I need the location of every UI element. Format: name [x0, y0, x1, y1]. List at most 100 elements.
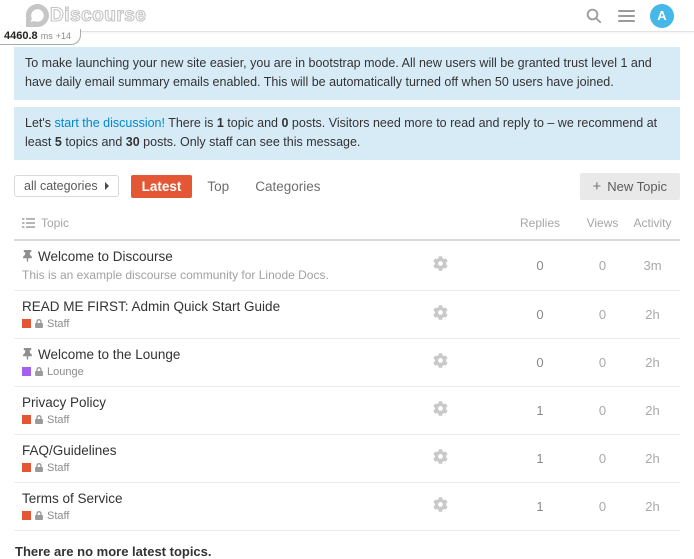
- category-color-square: [22, 463, 31, 472]
- banner2-seg4: topics and: [62, 135, 126, 149]
- replies-count: 1: [500, 403, 580, 418]
- banner2-seg1: There is: [165, 116, 217, 130]
- plus-icon: +: [593, 181, 602, 192]
- hamburger-menu-icon[interactable]: [618, 10, 635, 22]
- table-row[interactable]: Privacy Policy Staff 1 0 2h: [14, 387, 680, 435]
- user-avatar[interactable]: A: [650, 4, 674, 28]
- start-discussion-link[interactable]: start the discussion!: [55, 116, 165, 130]
- site-header: Discourse A 4460.8 ms +14: [0, 0, 694, 32]
- lock-icon: [35, 511, 43, 520]
- pin-icon: [22, 250, 33, 262]
- banner2-seg2: topic and: [224, 116, 282, 130]
- profiler-extra: +14: [56, 31, 71, 41]
- views-count: 0: [580, 355, 625, 370]
- lock-icon: [35, 367, 43, 376]
- table-row[interactable]: Terms of Service Staff 1 0 2h: [14, 483, 680, 531]
- nav-tabs: LatestTopCategories: [131, 175, 332, 198]
- profiler-unit: ms: [41, 31, 53, 41]
- search-icon[interactable]: [585, 7, 603, 25]
- discourse-logo[interactable]: Discourse: [26, 4, 146, 27]
- gear-icon[interactable]: [427, 255, 454, 272]
- views-count: 0: [580, 307, 625, 322]
- header-replies[interactable]: Replies: [520, 216, 560, 230]
- profiler-time: 4460.8: [4, 30, 38, 42]
- list-controls: all categories LatestTopCategories + New…: [14, 173, 680, 200]
- bootstrap-mode-banner: To make launching your new site easier, …: [14, 47, 680, 100]
- topic-title-link[interactable]: Terms of Service: [22, 491, 123, 506]
- activity-time[interactable]: 2h: [625, 403, 680, 418]
- category-badge[interactable]: Staff: [22, 318, 380, 330]
- activity-time[interactable]: 2h: [625, 451, 680, 466]
- topic-title-link[interactable]: Welcome to the Lounge: [38, 347, 180, 362]
- views-count: 0: [580, 451, 625, 466]
- category-badge[interactable]: Staff: [22, 462, 380, 474]
- replies-count: 0: [500, 307, 580, 322]
- recommended-posts: 30: [126, 135, 140, 149]
- category-badge[interactable]: Staff: [22, 414, 380, 426]
- topic-title-link[interactable]: FAQ/Guidelines: [22, 443, 117, 458]
- lock-icon: [35, 463, 43, 472]
- topic-list-icon: [22, 217, 35, 229]
- no-more-topics-message: There are no more latest topics.: [14, 544, 680, 559]
- views-count: 0: [580, 499, 625, 514]
- category-color-square: [22, 415, 31, 424]
- tab-latest[interactable]: Latest: [131, 175, 193, 198]
- category-color-square: [22, 319, 31, 328]
- banner2-lead: Let's: [25, 116, 55, 130]
- gear-icon[interactable]: [427, 304, 454, 321]
- lock-icon: [35, 319, 43, 328]
- category-name: Lounge: [47, 366, 84, 378]
- banner2-seg5: posts. Only staff can see this message.: [140, 135, 361, 149]
- views-count: 0: [580, 258, 625, 273]
- gear-icon[interactable]: [427, 400, 454, 417]
- category-name: Staff: [47, 462, 69, 474]
- logo-wordmark: Discourse: [50, 5, 146, 27]
- tab-top[interactable]: Top: [196, 175, 240, 198]
- category-filter-label: all categories: [24, 179, 98, 193]
- header-views[interactable]: Views: [587, 216, 619, 230]
- new-topic-button[interactable]: + New Topic: [580, 173, 681, 200]
- category-name: Staff: [47, 414, 69, 426]
- category-badge[interactable]: Staff: [22, 510, 380, 522]
- topic-excerpt: This is an example discourse community f…: [22, 268, 380, 282]
- lock-icon: [35, 415, 43, 424]
- activity-time[interactable]: 2h: [625, 499, 680, 514]
- category-name: Staff: [47, 510, 69, 522]
- gear-icon[interactable]: [427, 496, 454, 513]
- topic-title-link[interactable]: READ ME FIRST: Admin Quick Start Guide: [22, 299, 280, 314]
- replies-count: 0: [500, 355, 580, 370]
- caret-right-icon: [105, 182, 109, 190]
- main-content: To make launching your new site easier, …: [14, 32, 680, 559]
- topic-list: Welcome to Discourse This is an example …: [14, 241, 680, 531]
- gear-icon[interactable]: [427, 448, 454, 465]
- views-count: 0: [580, 403, 625, 418]
- table-row[interactable]: Welcome to Discourse This is an example …: [14, 241, 680, 291]
- pin-icon: [22, 348, 33, 360]
- category-color-square: [22, 367, 31, 376]
- discourse-logo-icon: [26, 4, 49, 27]
- category-badge[interactable]: Lounge: [22, 366, 380, 378]
- replies-count: 1: [500, 499, 580, 514]
- activity-time[interactable]: 3m: [625, 258, 680, 273]
- header-activity[interactable]: Activity: [633, 216, 671, 230]
- replies-count: 1: [500, 451, 580, 466]
- category-color-square: [22, 511, 31, 520]
- start-discussion-banner: Let's start the discussion! There is 1 t…: [14, 107, 680, 160]
- gear-icon[interactable]: [427, 352, 454, 369]
- profiler-badge[interactable]: 4460.8 ms +14: [0, 29, 81, 45]
- header-topic[interactable]: Topic: [41, 216, 69, 230]
- table-row[interactable]: Welcome to the Lounge Lounge 0 0: [14, 339, 680, 387]
- table-row[interactable]: READ ME FIRST: Admin Quick Start Guide S…: [14, 291, 680, 339]
- topic-count: 1: [217, 116, 224, 130]
- tab-categories[interactable]: Categories: [244, 175, 331, 198]
- recommended-topics: 5: [55, 135, 62, 149]
- topic-title-link[interactable]: Privacy Policy: [22, 395, 106, 410]
- activity-time[interactable]: 2h: [625, 355, 680, 370]
- replies-count: 0: [500, 258, 580, 273]
- bootstrap-banner-text: To make launching your new site easier, …: [25, 56, 652, 89]
- activity-time[interactable]: 2h: [625, 307, 680, 322]
- table-row[interactable]: FAQ/Guidelines Staff 1 0 2h: [14, 435, 680, 483]
- category-filter-dropdown[interactable]: all categories: [14, 175, 119, 197]
- topic-table-header: Topic Replies Views Activity: [14, 209, 680, 241]
- topic-title-link[interactable]: Welcome to Discourse: [38, 249, 173, 264]
